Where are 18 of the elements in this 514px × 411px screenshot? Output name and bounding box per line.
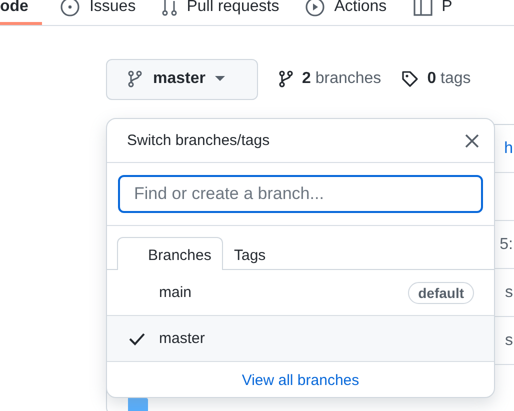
nav-tab[interactable]: P [404,0,460,25]
nav-tab[interactable]: Issues [52,0,144,25]
table-cell: 5: [500,236,513,254]
dropdown-title: Switch branches/tags [127,132,270,149]
table-cell: s [505,284,513,302]
default-label: default [408,282,474,304]
view-all-branches-link[interactable]: View all branches [242,372,360,389]
branches-link[interactable]: 2 branches [278,70,382,88]
tags-link[interactable]: 0 tags [401,70,471,88]
dropdown-tab[interactable]: Tags [223,237,277,270]
table-cell: s [505,332,513,350]
branch-name: main [159,284,193,301]
table-link[interactable]: h [504,140,513,158]
branch-item[interactable]: master [107,316,494,362]
branch-search-field[interactable]: Find or create a branch... [118,175,483,213]
branch-name: master [159,330,206,347]
branch-select-button[interactable]: master [106,58,258,100]
dropdown-tab[interactable]: Branches [117,237,223,270]
